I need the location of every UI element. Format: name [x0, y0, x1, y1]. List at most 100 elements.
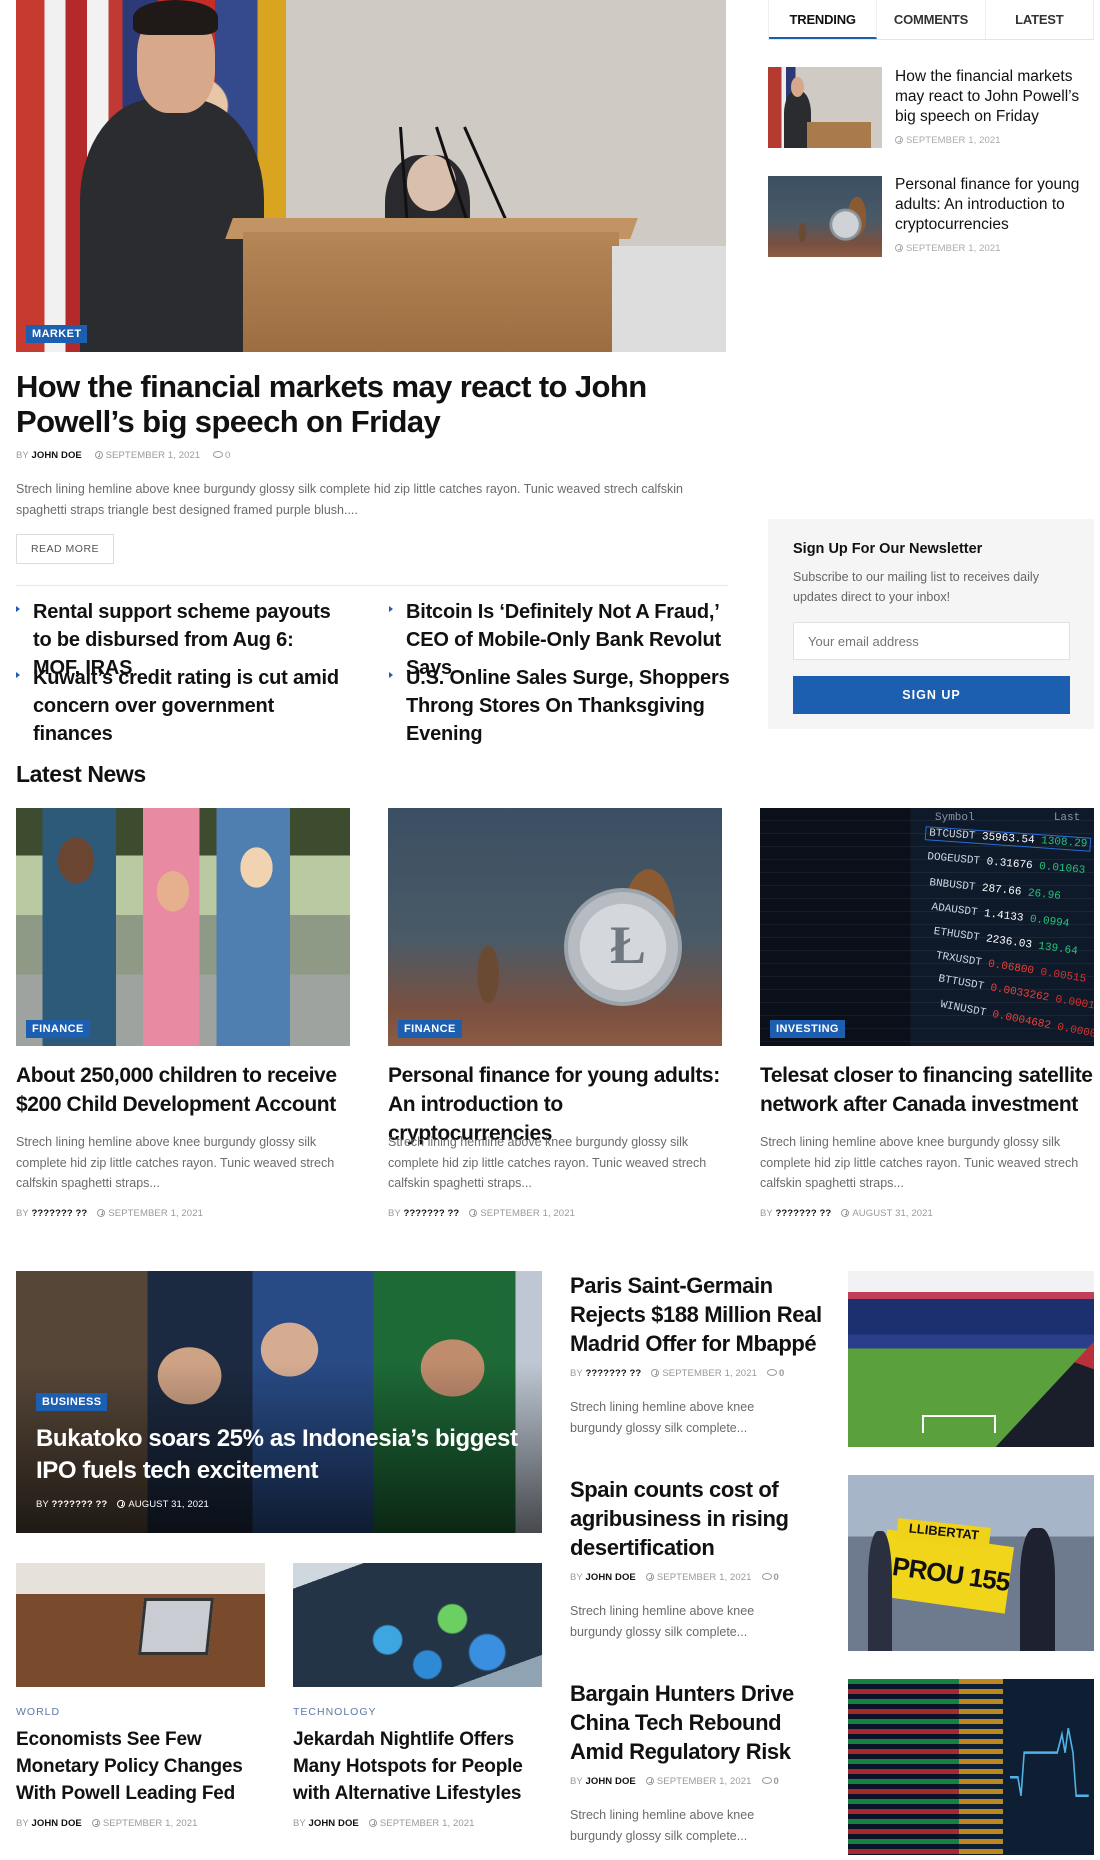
- article-title[interactable]: About 250,000 children to receive $200 C…: [16, 1061, 350, 1119]
- author-link[interactable]: ??????? ??: [403, 1208, 459, 1219]
- clock-icon: [117, 1500, 126, 1508]
- clock-icon: [841, 1209, 850, 1217]
- comment-icon[interactable]: [761, 1777, 772, 1784]
- category-badge[interactable]: MARKET: [26, 325, 88, 343]
- ticker-value: 0.0004682: [991, 1009, 1059, 1034]
- newsletter-description: Subscribe to our mailing list to receive…: [793, 570, 1039, 604]
- ticker-value: 2236.03: [985, 933, 1040, 953]
- featured-image[interactable]: MARKET: [16, 0, 726, 352]
- related-link[interactable]: U.S. Online Sales Surge, Shoppers Throng…: [406, 664, 736, 748]
- tab-latest[interactable]: LATEST: [986, 0, 1093, 39]
- article-meta: BY ??????? ?? AUGUST 31, 2021: [760, 1208, 933, 1219]
- category-badge[interactable]: BUSINESS: [36, 1393, 108, 1411]
- side-article-excerpt: Strech lining hemline above knee burgund…: [570, 1604, 755, 1639]
- by-label: BY: [570, 1776, 583, 1787]
- author-link[interactable]: JOHN DOE: [31, 1818, 81, 1829]
- featured-title[interactable]: How the financial markets may react to J…: [16, 369, 716, 439]
- article-meta: BY JOHN DOE SEPTEMBER 1, 2021: [16, 1818, 198, 1829]
- hero-speaker-hair: [133, 0, 219, 36]
- side-article-excerpt: Strech lining hemline above knee burgund…: [570, 1808, 755, 1843]
- category-label[interactable]: WORLD: [16, 1706, 60, 1718]
- category-label[interactable]: TECHNOLOGY: [293, 1706, 377, 1718]
- author-link[interactable]: JOHN DOE: [585, 1572, 635, 1583]
- business-feature-title[interactable]: Bukatoko soars 25% as Indonesia’s bigges…: [36, 1423, 536, 1487]
- date: SEPTEMBER 1, 2021: [102, 1818, 198, 1829]
- email-input[interactable]: [793, 622, 1070, 660]
- podium: [243, 232, 620, 352]
- clock-icon: [651, 1369, 660, 1377]
- related-link[interactable]: Kuwait’s credit rating is cut amid conce…: [33, 664, 343, 748]
- comment-icon[interactable]: [213, 451, 224, 458]
- business-feature-image[interactable]: BUSINESS Bukatoko soars 25% as Indonesia…: [16, 1271, 542, 1533]
- article-meta: BY ??????? ?? SEPTEMBER 1, 2021: [16, 1208, 203, 1219]
- newsletter-title: Sign Up For Our Newsletter: [793, 541, 983, 557]
- read-more-button[interactable]: READ MORE: [16, 534, 114, 564]
- article-image[interactable]: FINANCE: [16, 808, 350, 1046]
- comment-count[interactable]: 0: [774, 1776, 779, 1787]
- date: SEPTEMBER 1, 2021: [480, 1208, 575, 1219]
- article-title[interactable]: Telesat closer to financing satellite ne…: [760, 1061, 1094, 1119]
- by-label: BY: [570, 1368, 583, 1379]
- featured-meta: BY JOHN DOE SEPTEMBER 1, 2021 0: [16, 450, 230, 461]
- author-link[interactable]: ??????? ??: [775, 1208, 831, 1219]
- by-label: BY: [570, 1572, 583, 1583]
- trending-thumbnail[interactable]: [768, 176, 882, 257]
- side-article-image[interactable]: PROU 155 LLIBERTAT: [848, 1475, 1094, 1651]
- ticker-symbol: BTCUSDT: [928, 827, 983, 844]
- comment-count[interactable]: 0: [225, 450, 230, 461]
- article-title[interactable]: Jekardah Nightlife Offers Many Hotspots …: [293, 1726, 542, 1807]
- trending-title[interactable]: How the financial markets may react to J…: [895, 67, 1095, 127]
- author-link[interactable]: JOHN DOE: [585, 1776, 635, 1787]
- clock-icon: [895, 136, 903, 144]
- article-image[interactable]: Symbol Last BTCUSDT 35963.54 1308.29 DOGE…: [760, 808, 1094, 1046]
- date: AUGUST 31, 2021: [128, 1499, 209, 1510]
- ticker-change: 139.64: [1037, 940, 1079, 959]
- side-article-title[interactable]: Paris Saint-Germain Rejects $188 Million…: [570, 1271, 830, 1358]
- comment-count[interactable]: 0: [774, 1572, 779, 1583]
- author-link[interactable]: ??????? ??: [585, 1368, 641, 1379]
- date: SEPTEMBER 1, 2021: [906, 135, 1001, 146]
- protester-figure: [1020, 1527, 1055, 1651]
- category-badge[interactable]: FINANCE: [26, 1020, 90, 1038]
- article-image[interactable]: Ł FINANCE: [388, 808, 722, 1046]
- ticker-value: 0.06800: [987, 958, 1042, 979]
- comment-icon[interactable]: [766, 1369, 777, 1376]
- side-article-title[interactable]: Spain counts cost of agribusiness in ris…: [570, 1475, 830, 1562]
- comment-icon[interactable]: [761, 1573, 772, 1580]
- author-link[interactable]: ??????? ??: [51, 1499, 107, 1510]
- date: SEPTEMBER 1, 2021: [662, 1368, 757, 1379]
- tab-trending[interactable]: TRENDING: [769, 0, 878, 39]
- ticker-symbol: WINUSDT: [939, 998, 994, 1021]
- ticker-symbol: DOGEUSDT: [926, 851, 988, 869]
- article-image[interactable]: [293, 1563, 542, 1687]
- article-title[interactable]: Economists See Few Monetary Policy Chang…: [16, 1726, 256, 1807]
- side-article-excerpt: Strech lining hemline above knee burgund…: [570, 1400, 755, 1435]
- ticker-row: BNBUSDT 287.66 26.96: [929, 877, 1062, 903]
- date: SEPTEMBER 1, 2021: [656, 1776, 752, 1787]
- trending-thumbnail[interactable]: [768, 67, 882, 148]
- article-excerpt: Strech lining hemline above knee burgund…: [388, 1135, 707, 1190]
- author-link[interactable]: JOHN DOE: [308, 1818, 358, 1829]
- ticker-change: 0.0994: [1029, 913, 1070, 931]
- side-article-title[interactable]: Bargain Hunters Drive China Tech Rebound…: [570, 1679, 830, 1766]
- side-article-image[interactable]: [848, 1271, 1094, 1447]
- trending-title[interactable]: Personal finance for young adults: An in…: [895, 175, 1095, 235]
- ticker-symbol: ETHUSDT: [932, 925, 987, 946]
- tab-comments[interactable]: COMMENTS: [877, 0, 986, 39]
- ticker-symbol: BNBUSDT: [928, 877, 983, 895]
- litecoin-graphic: Ł: [564, 888, 682, 1006]
- category-badge[interactable]: FINANCE: [398, 1020, 462, 1038]
- side-article-image[interactable]: [848, 1679, 1094, 1855]
- bullet-icon: [389, 606, 393, 612]
- article-image[interactable]: [16, 1563, 265, 1687]
- ticker-change: 0.00515: [1039, 966, 1087, 986]
- clock-icon: [895, 244, 903, 252]
- by-label: BY: [16, 1818, 29, 1829]
- author-link[interactable]: ??????? ??: [31, 1208, 87, 1219]
- bullet-icon: [389, 672, 393, 678]
- category-badge[interactable]: INVESTING: [770, 1020, 845, 1038]
- author-link[interactable]: JOHN DOE: [31, 450, 81, 461]
- sign-up-button[interactable]: SIGN UP: [793, 676, 1070, 714]
- comment-count[interactable]: 0: [779, 1368, 784, 1379]
- by-label: BY: [293, 1818, 306, 1829]
